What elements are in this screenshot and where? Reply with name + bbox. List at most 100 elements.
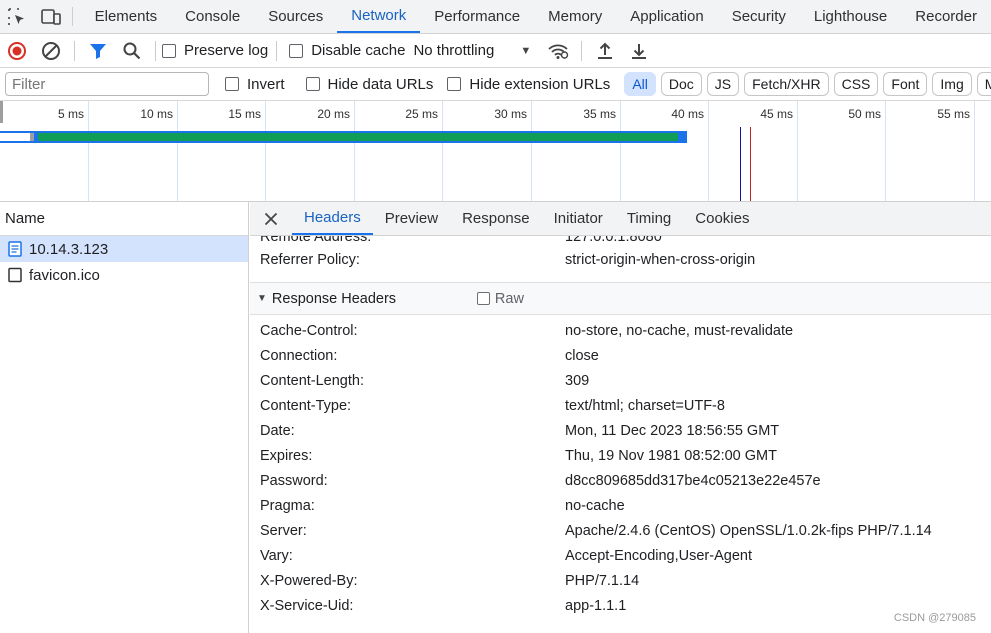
filter-icon[interactable] [81,34,115,68]
triangle-down-icon: ▼ [257,293,267,304]
details-tab-cookies[interactable]: Cookies [683,202,761,235]
type-filter-doc[interactable]: Doc [660,72,702,96]
load-event-marker [750,127,751,201]
details-tab-headers[interactable]: Headers [292,202,373,235]
type-filter-css[interactable]: CSS [833,72,879,96]
header-row: Connection: close [250,343,991,368]
disable-cache-label: Disable cache [311,42,406,59]
details-tab-response[interactable]: Response [450,202,542,235]
tab-memory[interactable]: Memory [534,0,616,33]
preserve-log-checkbox[interactable]: Preserve log [162,42,268,59]
throttling-value: No throttling [413,42,495,59]
filter-bar: Invert Hide data URLs Hide extension URL… [0,68,991,101]
header-row: Referrer Policy: strict-origin-when-cross… [250,247,991,272]
response-headers-section[interactable]: ▼ Response Headers Raw [250,282,991,315]
network-conditions-icon[interactable] [541,34,575,68]
timeline-tick-label: 25 ms [405,107,438,121]
header-value: 127.0.0.1:8080 [565,236,662,245]
timeline-gridline [885,101,886,201]
invert-label: Invert [247,75,285,93]
type-filter-font[interactable]: Font [883,72,928,96]
device-toolbar-icon[interactable] [34,0,68,33]
record-icon[interactable] [0,34,34,68]
chevron-down-icon: ▼ [520,44,532,57]
inspect-element-icon[interactable] [0,0,34,33]
tab-security[interactable]: Security [718,0,800,33]
toolbar-divider [276,40,278,61]
hide-data-urls-label: Hide data URLs [327,75,434,93]
header-name: Cache-Control: [260,322,358,339]
checkbox-box[interactable] [305,77,320,91]
tab-network[interactable]: Network [337,0,421,33]
request-rows: 10.14.3.123 favicon.ico [0,236,248,288]
disable-cache-checkbox[interactable]: Disable cache [289,42,405,59]
network-overview-timeline[interactable]: 5 ms 10 ms 15 ms 20 ms 25 ms 30 ms 35 ms 40 ms 4… [0,101,991,202]
hide-data-urls-checkbox[interactable]: Hide data URLs [305,75,434,93]
request-row[interactable]: 10.14.3.123 [0,236,248,262]
header-name: Content-Length: [260,372,364,389]
header-value: close [565,347,599,364]
filter-input[interactable] [5,72,209,96]
general-headers: Referrer Policy: strict-origin-when-cross… [250,247,991,272]
timeline-gridline [620,101,621,201]
checkbox-box[interactable] [447,77,462,91]
type-filter-js[interactable]: JS [706,72,740,96]
export-har-icon[interactable] [622,34,656,68]
tab-lighthouse[interactable]: Lighthouse [800,0,901,33]
header-value: text/html; charset=UTF-8 [565,397,725,414]
tab-application[interactable]: Application [616,0,717,33]
request-row[interactable]: favicon.ico [0,262,248,288]
timeline-tick-label: 5 ms [57,107,84,121]
type-filter-m[interactable]: M [976,72,991,96]
tab-performance[interactable]: Performance [420,0,534,33]
header-value: d8cc809685dd317be4c05213e22e457e [565,472,821,489]
details-tab-initiator[interactable]: Initiator [542,202,615,235]
header-value: Mon, 11 Dec 2023 18:56:55 GMT [565,422,780,439]
name-column-header[interactable]: Name [0,202,248,236]
timeline-gridline [177,101,178,201]
checkbox-box[interactable] [289,43,304,58]
details-tab-preview[interactable]: Preview [373,202,450,235]
timeline-start-marker [0,101,3,123]
search-icon[interactable] [115,34,149,68]
details-tab-bar: Headers Preview Response Initiator Timing Coo… [250,202,991,236]
timeline-tick-label: 35 ms [583,107,616,121]
timeline-tick-label: 20 ms [317,107,350,121]
import-har-icon[interactable] [588,34,622,68]
type-filter-all[interactable]: All [624,72,656,96]
request-waiting-segment [0,133,34,141]
type-filter-img[interactable]: Img [932,72,972,96]
checkbox-box[interactable] [225,77,239,91]
tab-sources[interactable]: Sources [254,0,337,33]
header-name: Date: [260,422,295,439]
panel-tabs: Elements Console Sources Network Performance… [81,0,991,33]
header-value: Accept-Encoding,User-Agent [565,547,752,564]
toolbar-divider [581,40,583,61]
header-row: Remote Address: 127.0.0.1:8080 [250,236,662,247]
header-name: Pragma: [260,497,315,514]
tab-elements[interactable]: Elements [81,0,172,33]
header-name: X-Powered-By: [260,572,358,589]
header-name: Expires: [260,447,313,464]
tab-console[interactable]: Console [171,0,254,33]
header-value: Apache/2.4.6 (CentOS) OpenSSL/1.0.2k-fip… [565,522,932,539]
invert-checkbox[interactable]: Invert [225,76,285,93]
header-row: Server: Apache/2.4.6 (CentOS) OpenSSL/1.0… [250,518,991,543]
timeline-gridline [531,101,532,201]
timeline-tick-label: 55 ms [937,107,970,121]
checkbox-box[interactable] [476,292,490,305]
timeline-gridline [265,101,266,201]
checkbox-box[interactable] [162,43,176,58]
hide-extension-urls-checkbox[interactable]: Hide extension URLs [447,76,610,93]
close-icon[interactable] [250,202,292,235]
tab-recorder[interactable]: Recorder [901,0,991,33]
clear-icon[interactable] [34,34,68,68]
details-tab-timing[interactable]: Timing [615,202,683,235]
request-download-segment [38,133,678,141]
timeline-tick-label: 10 ms [140,107,173,121]
timeline-gridline [708,101,709,201]
raw-toggle[interactable]: Raw [476,291,524,307]
throttling-select[interactable]: No throttling ▼ [413,42,531,59]
type-filter-fetch-xhr[interactable]: Fetch/XHR [744,72,829,96]
header-value: no-store, no-cache, must-revalidate [565,322,794,339]
